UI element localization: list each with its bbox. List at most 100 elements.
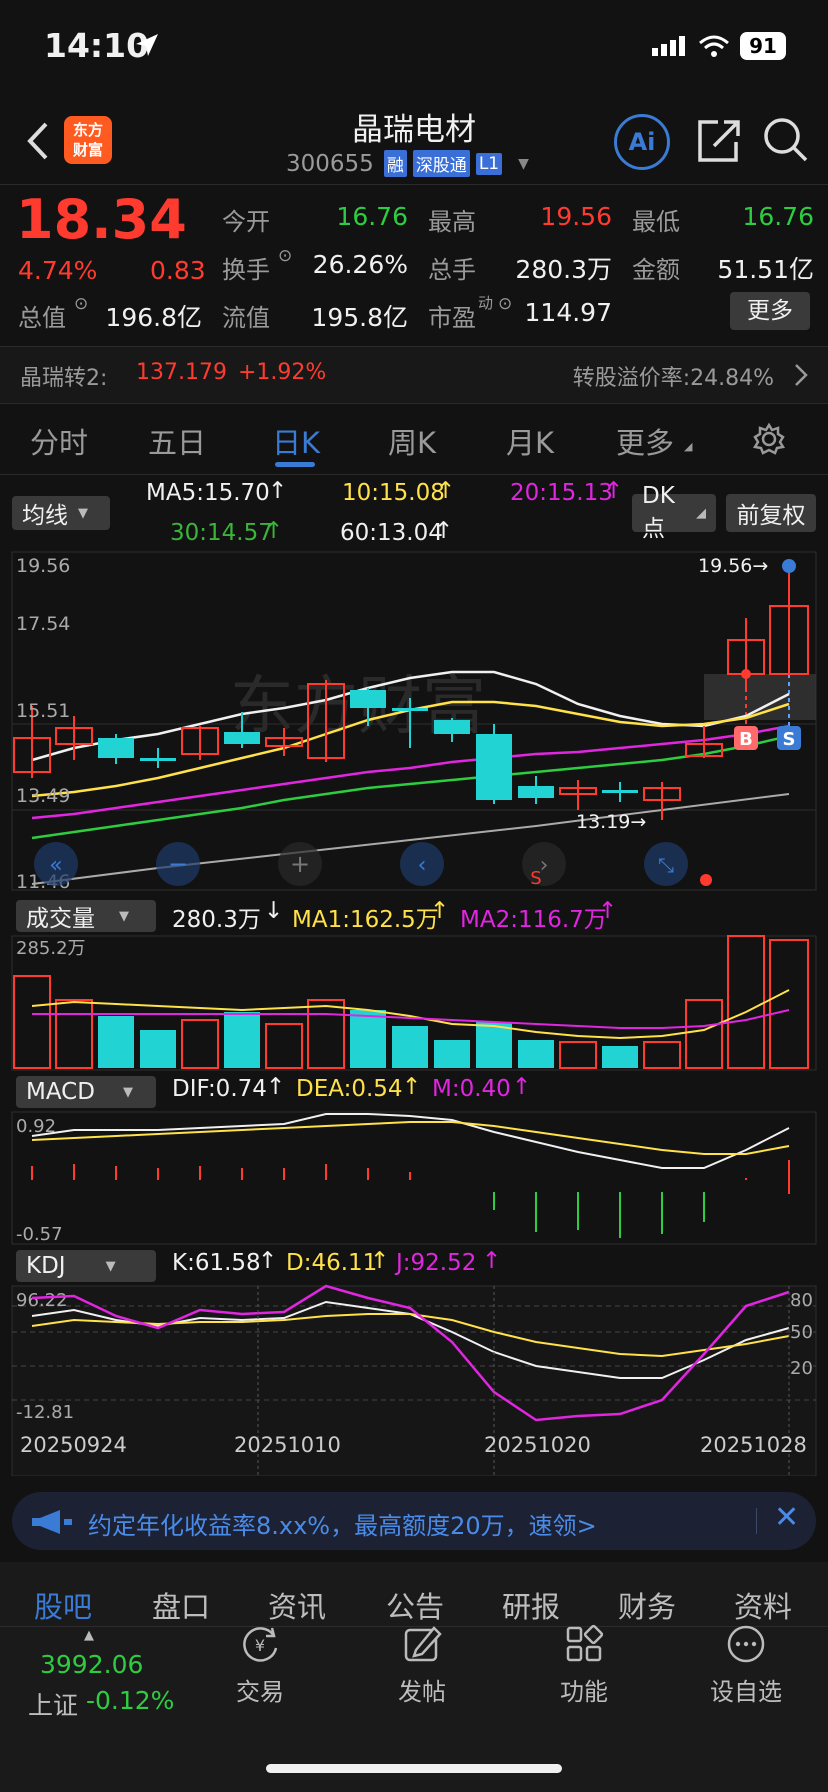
index-value[interactable]: 3992.06 <box>40 1650 143 1679</box>
volume-selector[interactable]: 成交量 ▼ <box>16 900 156 932</box>
y-label-2: 17.54 <box>16 613 70 635</box>
megaphone-icon <box>32 1510 72 1534</box>
tab-weekly-k[interactable]: 周K <box>388 420 436 462</box>
tab-profile[interactable]: 资料 <box>734 1584 792 1626</box>
kdj-50: 50 <box>790 1322 813 1343</box>
tab-finance[interactable]: 财务 <box>618 1584 676 1626</box>
index-change[interactable]: -0.12% <box>86 1686 174 1715</box>
expand-up-icon[interactable]: ▲ <box>84 1628 94 1643</box>
buy-marker[interactable]: B <box>739 729 753 750</box>
volume-chart[interactable]: 285.2万 <box>0 934 828 1072</box>
info-icon[interactable]: ⊙ <box>278 246 292 266</box>
pe-value: 114.97 <box>524 298 612 327</box>
open-label: 今开 <box>222 208 270 236</box>
chevron-right-icon <box>795 364 808 386</box>
last-price: 18.34 <box>16 188 187 251</box>
macd-selector[interactable]: MACD ▼ <box>16 1076 156 1108</box>
tab-monthly-k[interactable]: 月K <box>506 420 554 462</box>
tab-five-day[interactable]: 五日 <box>148 420 206 462</box>
more-dots-icon <box>727 1625 765 1663</box>
margin-tag: 融 <box>383 150 407 177</box>
tab-news[interactable]: 资讯 <box>268 1584 326 1626</box>
y-label-4: 13.49 <box>16 785 70 807</box>
tab-intraday[interactable]: 分时 <box>30 420 88 462</box>
macd-chart[interactable]: 0.92 -0.57 <box>0 1110 828 1246</box>
nav-functions[interactable]: 功能 <box>524 1624 644 1707</box>
settings-gear-icon[interactable] <box>752 422 786 456</box>
ma30-value: 30:14.57 <box>170 520 273 546</box>
y-label-3: 15.51 <box>16 700 70 722</box>
connect-tag: 深股通 <box>412 150 470 177</box>
more-button[interactable]: 更多 <box>730 292 810 330</box>
scroll-left-icon[interactable]: ‹ <box>418 853 427 878</box>
kdj-selector[interactable]: KDJ ▼ <box>16 1250 156 1282</box>
volume-indicator-value: 280.3万 <box>172 907 261 933</box>
mcap-label: 总值 <box>18 304 66 332</box>
float-label: 流值 <box>222 304 270 332</box>
index-name[interactable]: 上证 <box>28 1686 78 1722</box>
bond-name: 晶瑞转2: <box>20 366 108 391</box>
kdj-80: 80 <box>790 1290 813 1311</box>
macd-bottom-label: -0.57 <box>16 1224 63 1245</box>
kdj-bottom-label: -12.81 <box>16 1402 74 1423</box>
turnover-value: 26.26% <box>312 250 408 279</box>
date-label-3: 20251020 <box>484 1433 591 1457</box>
ad-text: 约定年化收益率8.xx%，最高额度20万，速领> <box>88 1512 597 1540</box>
kline-chart[interactable]: 东方财富 B S 19.56 17.54 15.51 13.49 11.46 1… <box>0 548 828 894</box>
functions-grid-icon <box>566 1624 604 1662</box>
expand-icon[interactable]: ⤡ <box>658 853 674 877</box>
amount-value: 51.51亿 <box>717 255 814 284</box>
turnover-label: 换手 <box>222 256 270 284</box>
open-value: 16.76 <box>336 202 408 231</box>
bond-premium: 转股溢价率:24.84% <box>572 366 774 391</box>
stock-code-row[interactable]: 300655 融 深股通 L1 ▼ <box>286 150 529 177</box>
nav-post[interactable]: 发帖 <box>362 1624 482 1707</box>
volume-label: 总手 <box>428 256 476 284</box>
ma5-value: MA5:15.70 <box>146 480 270 506</box>
tab-announcement[interactable]: 公告 <box>386 1584 444 1626</box>
kdj-j: J:92.52 <box>396 1250 477 1276</box>
ad-banner[interactable]: 约定年化收益率8.xx%，最高额度20万，速领> ✕ <box>12 1492 816 1550</box>
amount-label: 金额 <box>632 256 680 284</box>
close-ad-icon[interactable]: ✕ <box>774 1500 799 1535</box>
bond-change: +1.92% <box>238 360 327 385</box>
kdj-d: D:46.11 <box>286 1250 378 1276</box>
volume-ma2: MA2:116.7万 <box>460 907 607 933</box>
zoom-out-icon[interactable]: − <box>168 850 188 878</box>
ma20-value: 20:15.13 <box>510 480 613 506</box>
share-icon[interactable] <box>696 116 740 164</box>
tab-research[interactable]: 研报 <box>502 1584 560 1626</box>
nav-trade[interactable]: ¥ 交易 <box>200 1624 320 1707</box>
ma-selector[interactable]: 均线 ▼ <box>12 496 110 530</box>
volume-ma1: MA1:162.5万 <box>292 907 439 933</box>
svg-text:¥: ¥ <box>255 1636 265 1655</box>
bond-price: 137.179 <box>136 360 227 385</box>
date-label-1: 20250924 <box>20 1433 127 1457</box>
chevron-down-icon: ▼ <box>518 155 529 172</box>
bond-row[interactable]: 晶瑞转2: 137.179 +1.92% 转股溢价率:24.84% <box>0 347 828 403</box>
sell-signal: S <box>530 868 541 889</box>
tab-orderbook[interactable]: 盘口 <box>152 1584 210 1626</box>
adjust-button[interactable]: 前复权 <box>726 494 816 532</box>
tab-forum[interactable]: 股吧 <box>34 1584 92 1626</box>
dk-point-button[interactable]: DK点 ◢ <box>632 483 716 542</box>
high-value: 19.56 <box>540 202 612 231</box>
nav-add-watchlist[interactable]: 设自选 <box>686 1624 806 1707</box>
macd-dif: DIF:0.74 <box>172 1076 267 1102</box>
pct-change: 4.74% <box>18 256 98 285</box>
macd-dea: DEA:0.54 <box>296 1076 403 1102</box>
tab-more[interactable]: 更多 <box>616 420 674 462</box>
pe-type: 动 <box>478 294 494 312</box>
level-tag: L1 <box>475 152 503 175</box>
info-icon[interactable]: ⊙ <box>498 294 512 314</box>
tab-daily-k[interactable]: 日K <box>272 420 320 462</box>
kdj-chart[interactable]: 96.22 -12.81 80 50 20 20250924 20251010 … <box>0 1284 828 1476</box>
stock-code: 300655 <box>286 150 374 177</box>
sell-marker[interactable]: S <box>783 729 796 750</box>
scroll-left-fast-icon[interactable]: « <box>49 853 62 878</box>
info-icon[interactable]: ⊙ <box>74 294 88 314</box>
search-icon[interactable] <box>762 116 808 164</box>
tab-indicator <box>275 462 315 467</box>
ai-button[interactable]: Ai <box>614 114 670 170</box>
zoom-in-icon[interactable]: + <box>290 850 310 878</box>
